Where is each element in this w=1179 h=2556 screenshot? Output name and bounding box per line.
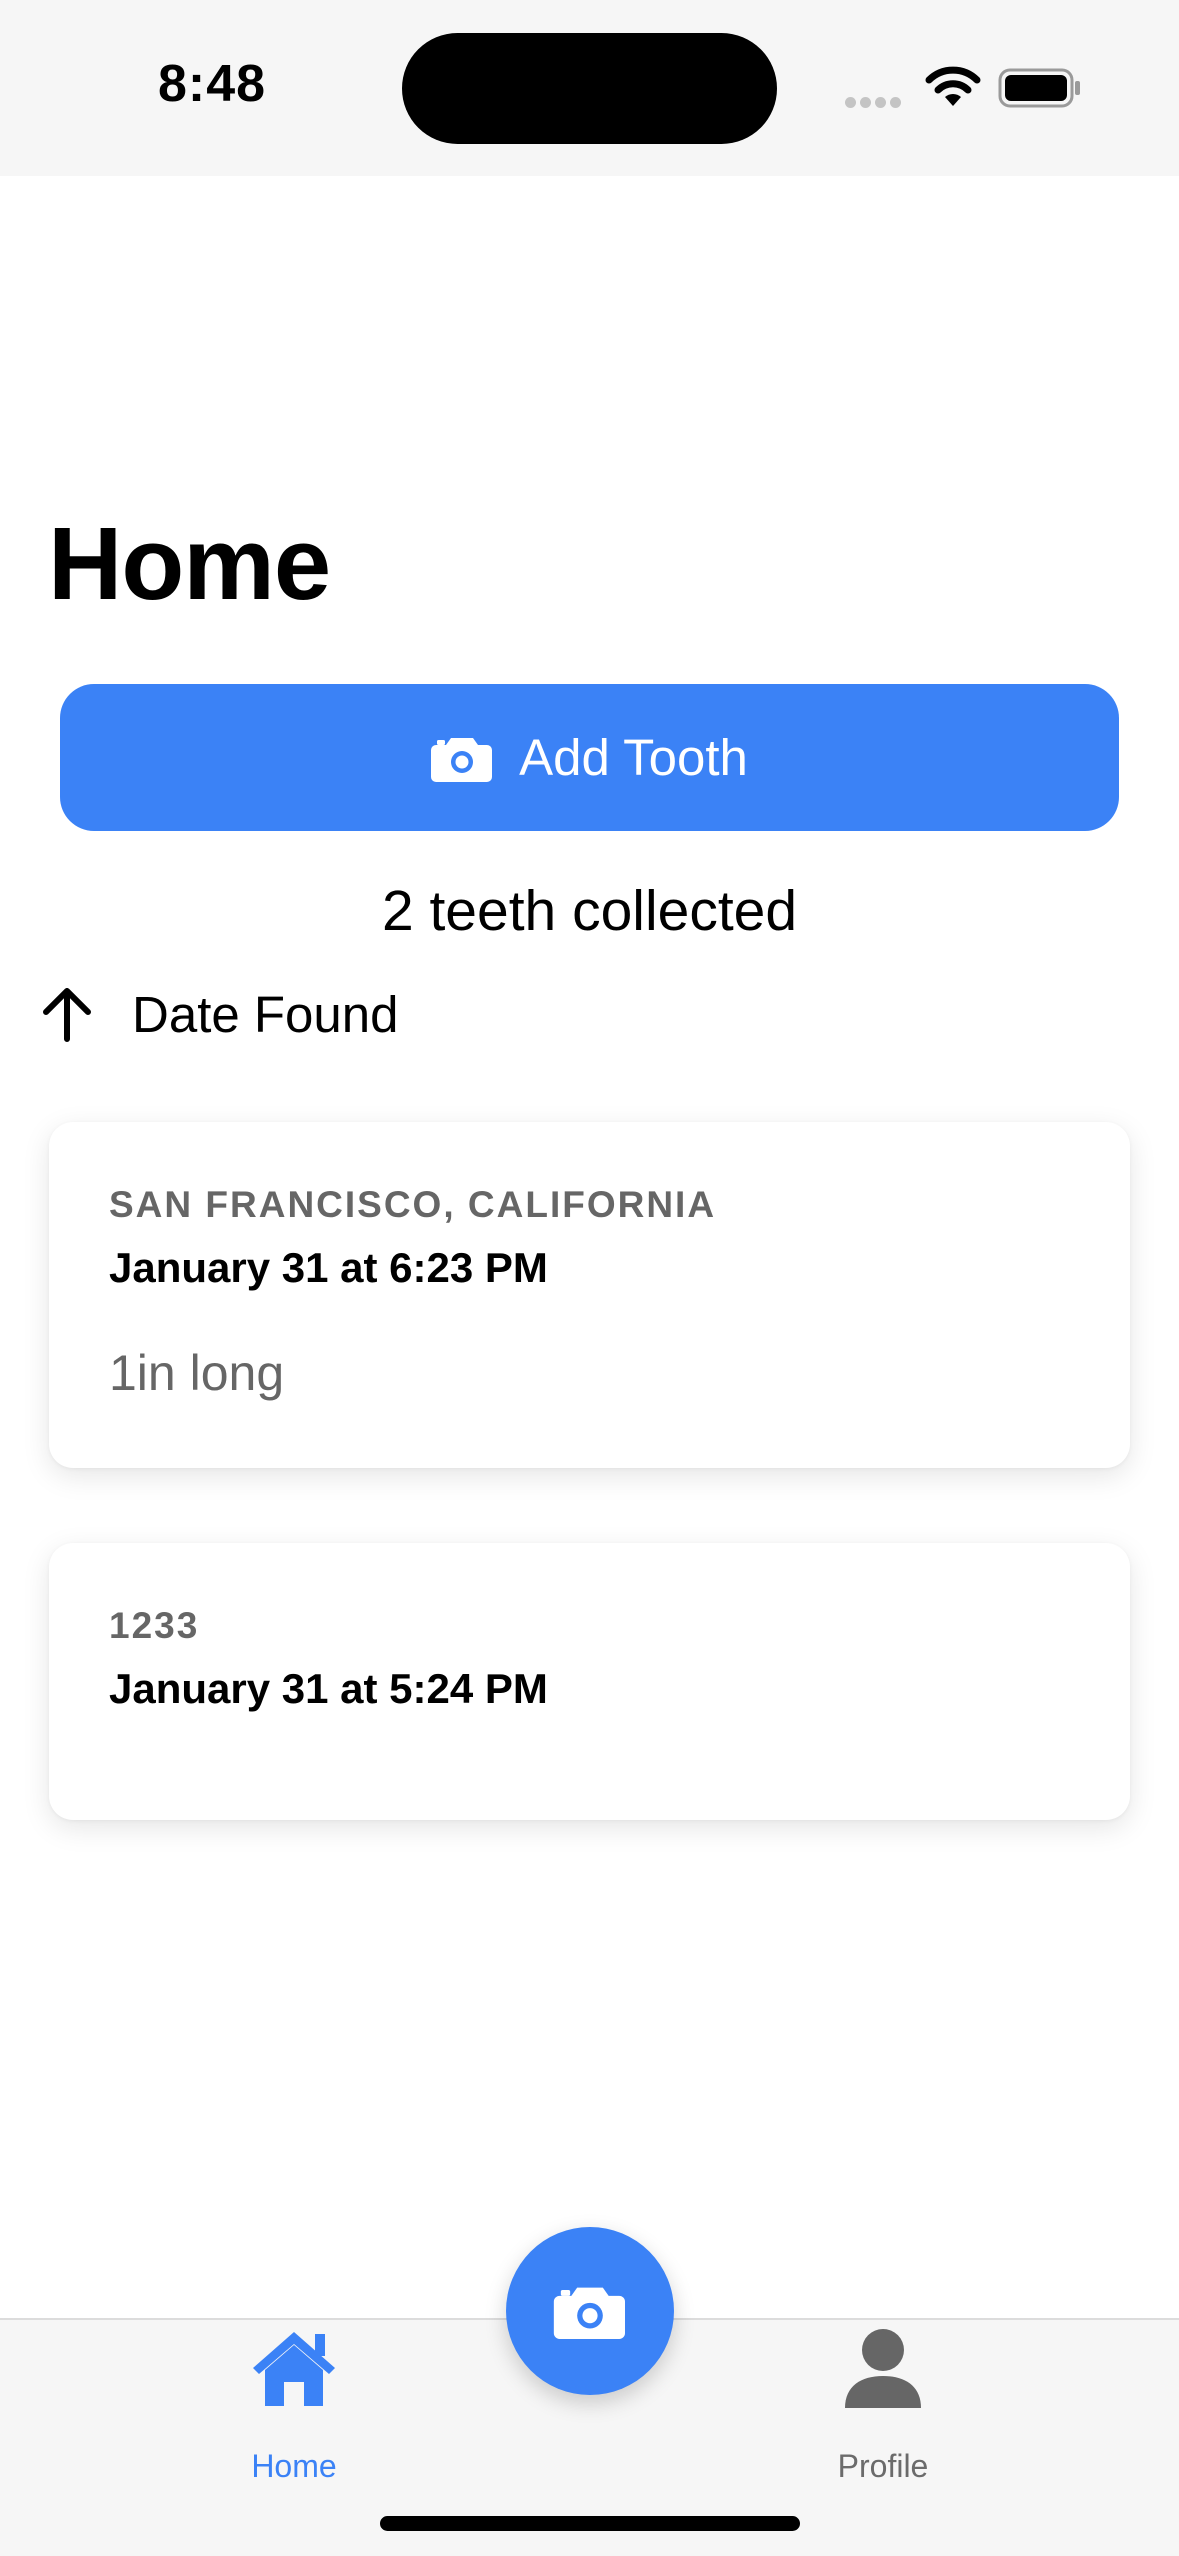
status-bar: 8:48 [0,0,1179,176]
arrow-up-icon [38,985,96,1043]
teeth-count: 2 teeth collected [381,879,798,943]
person-icon [783,2326,983,2410]
wifi-icon [924,64,982,113]
tooth-card[interactable]: 1233 January 31 at 5:24 PM [49,1543,1130,1820]
tooth-card[interactable]: SAN FRANCISCO, CALIFORNIA January 31 at … [49,1122,1130,1468]
camera-fab-button[interactable] [506,2227,674,2395]
card-location: SAN FRANCISCO, CALIFORNIA [109,1184,717,1225]
card-date: January 31 at 5:24 PM [109,1665,548,1712]
cellular-signal-icon [845,95,905,113]
camera-icon [431,734,493,782]
camera-icon [553,2283,627,2339]
status-time: 8:48 [158,55,267,113]
house-icon [194,2326,394,2410]
sort-label: Date Found [132,985,399,1043]
card-location: 1233 [109,1605,200,1646]
card-length: 1in long [109,1345,285,1401]
dynamic-island [402,33,777,144]
page-title: Home [48,506,331,621]
sort-toggle[interactable]: Date Found [38,978,399,1050]
tab-profile-label: Profile [837,2448,929,2484]
home-indicator[interactable] [380,2516,800,2531]
add-tooth-button[interactable]: Add Tooth [60,684,1119,831]
tab-home-label: Home [251,2448,337,2484]
card-date: January 31 at 6:23 PM [109,1244,548,1291]
add-tooth-label: Add Tooth [519,729,748,786]
battery-icon [998,68,1082,113]
